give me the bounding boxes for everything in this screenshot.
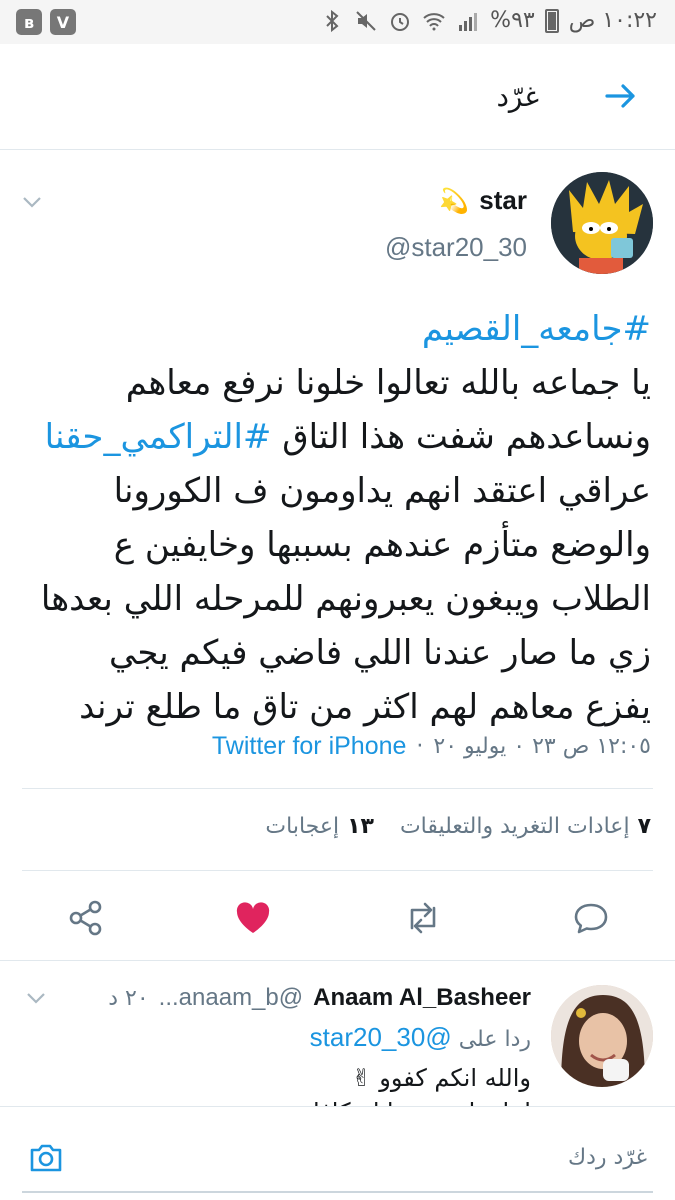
reply-text: والله انكم كفوو ✌ (351, 1064, 531, 1092)
replying-to: ردا على @star20_30 (310, 1022, 531, 1053)
reply-placeholder: غرّد ردك (568, 1145, 647, 1170)
bluetooth-badge-icon: ʙ (16, 9, 42, 35)
reply-icon[interactable] (571, 898, 611, 938)
v-badge-icon: V (50, 9, 76, 35)
reply-input[interactable]: غرّد ردك (22, 1125, 653, 1193)
status-app-badges: ʙ V (16, 9, 76, 35)
page-title: غرّد (496, 80, 539, 113)
retweet-icon[interactable] (403, 898, 443, 938)
heart-icon[interactable] (233, 898, 273, 938)
camera-icon[interactable] (26, 1137, 66, 1177)
tweet-line: الطلاب ويبغون يعبرونهم للمرحله اللي بعده… (40, 579, 651, 619)
tweet-line: ونساعدهم شفت هذا التاق #التراكمي_حقنا (19, 410, 651, 464)
tweet-line: والوضع متأزم عندهم بسببها وخايفين ع (113, 525, 651, 565)
retweets-label: إعادات التغريد والتعليقات (399, 814, 630, 839)
clock: ١٠:٢٢ ص (568, 8, 657, 33)
tweet-stats: ٧ إعادات التغريد والتعليقات ١٣ إعجابات (265, 814, 651, 839)
author-name-row[interactable]: star 💫 (439, 185, 527, 216)
meta-separator: · (416, 734, 424, 759)
likes-count: ١٣ (347, 814, 374, 839)
mention-link[interactable]: @star20_30 (310, 1022, 452, 1052)
battery-icon (544, 8, 559, 33)
status-indicators: %٩٣ ١٠:٢٢ ص (320, 8, 657, 33)
reply-header: Anaam Al_Basheer @anaam_b... ٢٠ د (108, 984, 531, 1012)
reply-composer: غرّد ردك (0, 1106, 675, 1200)
tweet-text: #جامعه_القصيم يا جماعه بالله تعالوا خلون… (19, 302, 651, 734)
status-bar: ʙ V %٩٣ ١٠:٢٢ ص (0, 0, 675, 44)
arrow-right-icon[interactable] (603, 78, 639, 114)
reply-avatar-image (551, 985, 653, 1087)
author-handle[interactable]: @star20_30 (385, 232, 527, 263)
mute-icon (356, 10, 376, 31)
bluetooth-icon (326, 9, 339, 32)
tweet-line: #جامعه_القصيم (19, 302, 651, 356)
wifi-icon (423, 12, 445, 30)
hashtag-link[interactable]: #التراكمي_حقنا (45, 417, 272, 457)
tweet-actions (0, 888, 675, 948)
chevron-down-icon[interactable] (20, 190, 44, 214)
author-name: star (479, 185, 527, 215)
reply-author-handle[interactable]: @anaam_b... (159, 984, 303, 1012)
alarm-icon (391, 12, 410, 31)
tweet-meta: ١٢:٠٥ ص ٢٣ ٠ يوليو ٢٠ · Twitter for iPho… (212, 732, 651, 761)
signal-icon (459, 12, 478, 31)
tweet-line: يفزع معاهم لهم اكثر من تاق ما طلع ترند (79, 687, 651, 727)
tweet-line-text: ونساعدهم شفت هذا التاق (271, 417, 651, 457)
reply-author-name[interactable]: Anaam Al_Basheer (313, 984, 531, 1012)
sparkle-star-icon: 💫 (439, 186, 470, 215)
tweet-line: يا جماعه بالله تعالوا خلونا نرفع معاهم (125, 363, 651, 403)
top-bar: غرّد (0, 44, 675, 150)
battery-percent: %٩٣ (490, 8, 535, 33)
likes-label: إعجابات (265, 814, 340, 839)
divider (22, 788, 653, 789)
hashtag-link[interactable]: #جامعه_القصيم (422, 309, 651, 349)
avatar-image (551, 172, 653, 274)
tweet-timestamp: ١٢:٠٥ ص ٢٣ ٠ يوليو ٢٠ (433, 734, 651, 759)
likes-stat[interactable]: ١٣ إعجابات (265, 814, 374, 839)
divider (0, 960, 675, 961)
chevron-down-icon[interactable] (24, 986, 48, 1010)
avatar[interactable] (551, 172, 653, 274)
tweet-line: زي ما صار عندنا اللي فاضي فيكم يجي (108, 633, 651, 673)
reply-text-cut: لمابة اسع سمانا مكافا (313, 1098, 531, 1106)
divider (22, 870, 653, 871)
retweets-stat[interactable]: ٧ إعادات التغريد والتعليقات (400, 814, 651, 839)
retweets-count: ٧ (637, 814, 651, 839)
reply-avatar[interactable] (551, 985, 653, 1087)
tweet-source-link[interactable]: Twitter for iPhone (212, 732, 407, 761)
replying-to-label: ردا على (458, 1027, 531, 1052)
share-icon[interactable] (66, 898, 106, 938)
reply-time: ٢٠ د (108, 985, 149, 1011)
tweet-line: عراقي اعتقد انهم يداومون ف الكورونا (113, 471, 651, 511)
